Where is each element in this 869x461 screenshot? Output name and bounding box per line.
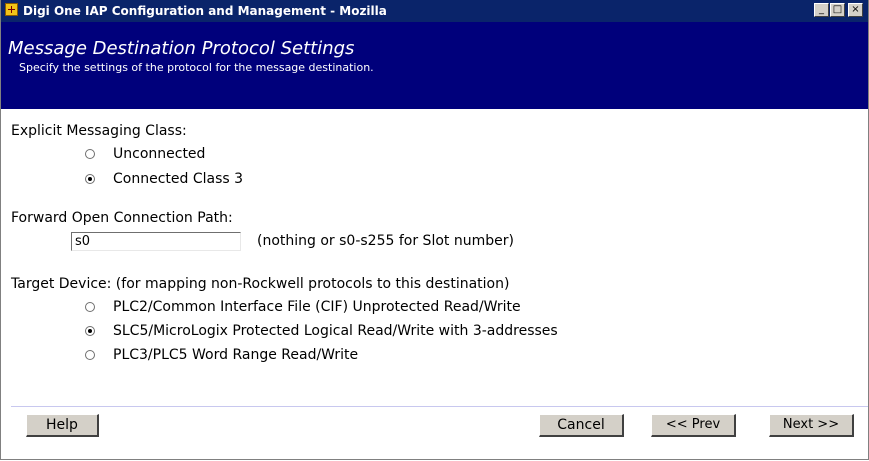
radio-label: PLC3/PLC5 Word Range Read/Write xyxy=(113,347,359,363)
browser-window: Digi One IAP Configuration and Managemen… xyxy=(0,0,869,460)
close-button[interactable]: × xyxy=(848,3,863,17)
explicit-messaging-label: Explicit Messaging Class: xyxy=(11,123,187,139)
next-button[interactable]: Next >> xyxy=(769,414,854,437)
minimize-button[interactable]: _ xyxy=(814,3,829,17)
prev-button[interactable]: << Prev xyxy=(651,414,736,437)
connection-path-input[interactable] xyxy=(71,232,241,251)
title-bar: Digi One IAP Configuration and Managemen… xyxy=(1,0,868,22)
radio-label: Unconnected xyxy=(113,146,206,162)
target-device-label: Target Device: (for mapping non-Rockwell… xyxy=(11,276,510,292)
radio-icon-checked[interactable] xyxy=(85,174,95,184)
radio-label: PLC2/Common Interface File (CIF) Unprote… xyxy=(113,299,521,315)
app-icon xyxy=(5,3,18,16)
radio-icon-checked[interactable] xyxy=(85,326,95,336)
cancel-button[interactable]: Cancel xyxy=(539,414,624,437)
radio-label: SLC5/MicroLogix Protected Logical Read/W… xyxy=(113,323,558,339)
footer-divider xyxy=(11,406,868,407)
radio-icon[interactable] xyxy=(85,149,95,159)
help-button[interactable]: Help xyxy=(26,414,99,437)
window-title: Digi One IAP Configuration and Managemen… xyxy=(23,4,387,18)
radio-icon[interactable] xyxy=(85,350,95,360)
page-title: Message Destination Protocol Settings xyxy=(8,38,355,59)
page-subtitle: Specify the settings of the protocol for… xyxy=(19,61,374,74)
radio-icon[interactable] xyxy=(85,302,95,312)
page-header: Message Destination Protocol Settings Sp… xyxy=(1,22,868,109)
connection-path-hint: (nothing or s0-s255 for Slot number) xyxy=(257,233,514,249)
radio-label: Connected Class 3 xyxy=(113,171,244,187)
maximize-button[interactable]: □ xyxy=(830,3,845,17)
forward-open-label: Forward Open Connection Path: xyxy=(11,210,233,226)
settings-form: Explicit Messaging Class: Unconnected Co… xyxy=(1,110,868,410)
